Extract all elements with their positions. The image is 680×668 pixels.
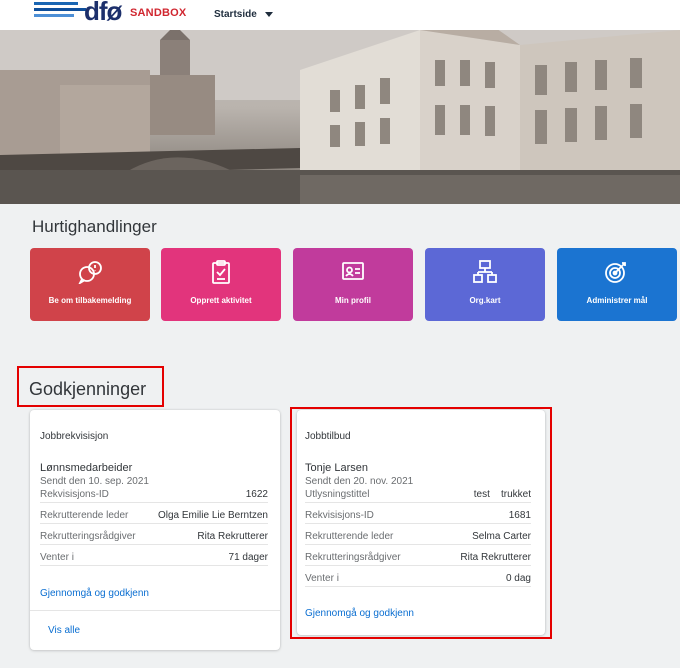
chevron-down-icon xyxy=(264,12,273,17)
row-label: Rekrutteringsrådgiver xyxy=(40,531,136,542)
tile-label: Org.kart xyxy=(469,296,501,305)
tile-manage-goals[interactable]: Administrer mål xyxy=(557,248,677,321)
row-recruiter: Rekrutteringsrådgiver Rita Rekrutterer xyxy=(40,527,268,545)
org-chart-icon xyxy=(473,260,497,283)
row-value: Rita Rekrutterer xyxy=(197,531,268,542)
row-label: Venter i xyxy=(40,552,74,563)
row-waiting: Venter i 71 dager xyxy=(40,548,268,566)
quick-actions-title: Hurtighandlinger xyxy=(32,217,157,236)
feedback-bubbles-icon xyxy=(78,261,102,284)
target-icon xyxy=(605,262,626,283)
id-card-icon xyxy=(342,262,364,280)
row-requisition-id: Rekvisisjons-ID 1622 xyxy=(40,485,268,503)
row-hiring-manager: Rekrutterende leder Olga Emilie Lie Bern… xyxy=(40,506,268,524)
tile-create-activity[interactable]: Opprett aktivitet xyxy=(161,248,281,321)
startside-menu[interactable]: Startside xyxy=(214,9,273,20)
nav-menu-label: Startside xyxy=(214,9,257,20)
environment-badge: SANDBOX xyxy=(130,7,187,19)
row-value: 71 dager xyxy=(228,552,268,563)
tile-label: Be om tilbakemelding xyxy=(48,296,132,305)
card-name: Lønnsmedarbeider xyxy=(40,462,133,474)
review-approve-link[interactable]: Gjennomgå og godkjenn xyxy=(40,588,149,599)
approvals-title: Godkjenninger xyxy=(29,379,147,399)
row-value: Olga Emilie Lie Berntzen xyxy=(157,510,268,521)
top-bar: dfø SANDBOX Startside xyxy=(0,0,680,30)
banner-image xyxy=(0,30,680,204)
tile-label: Opprett aktivitet xyxy=(190,296,252,305)
card-footer xyxy=(30,610,280,611)
row-label: Rekvisisjons-ID xyxy=(40,489,109,500)
tile-request-feedback[interactable]: Be om tilbakemelding xyxy=(30,248,150,321)
view-all-link[interactable]: Vis alle xyxy=(48,625,80,636)
row-value: 1622 xyxy=(245,489,268,500)
logo-stripes-icon xyxy=(34,0,88,20)
card-title: Jobbrekvisisjon xyxy=(40,431,109,442)
clipboard-check-icon xyxy=(212,260,230,284)
logo-text: dfø xyxy=(84,0,122,26)
tile-label: Min profil xyxy=(335,296,371,305)
highlight-job-offer-card xyxy=(290,407,552,639)
tile-label: Administrer mål xyxy=(586,296,648,305)
tile-org-chart[interactable]: Org.kart xyxy=(425,248,545,321)
row-label: Rekrutterende leder xyxy=(40,510,129,521)
card-job-requisition: Jobbrekvisisjon Lønnsmedarbeider Sendt d… xyxy=(30,410,280,650)
tile-my-profile[interactable]: Min profil xyxy=(293,248,413,321)
